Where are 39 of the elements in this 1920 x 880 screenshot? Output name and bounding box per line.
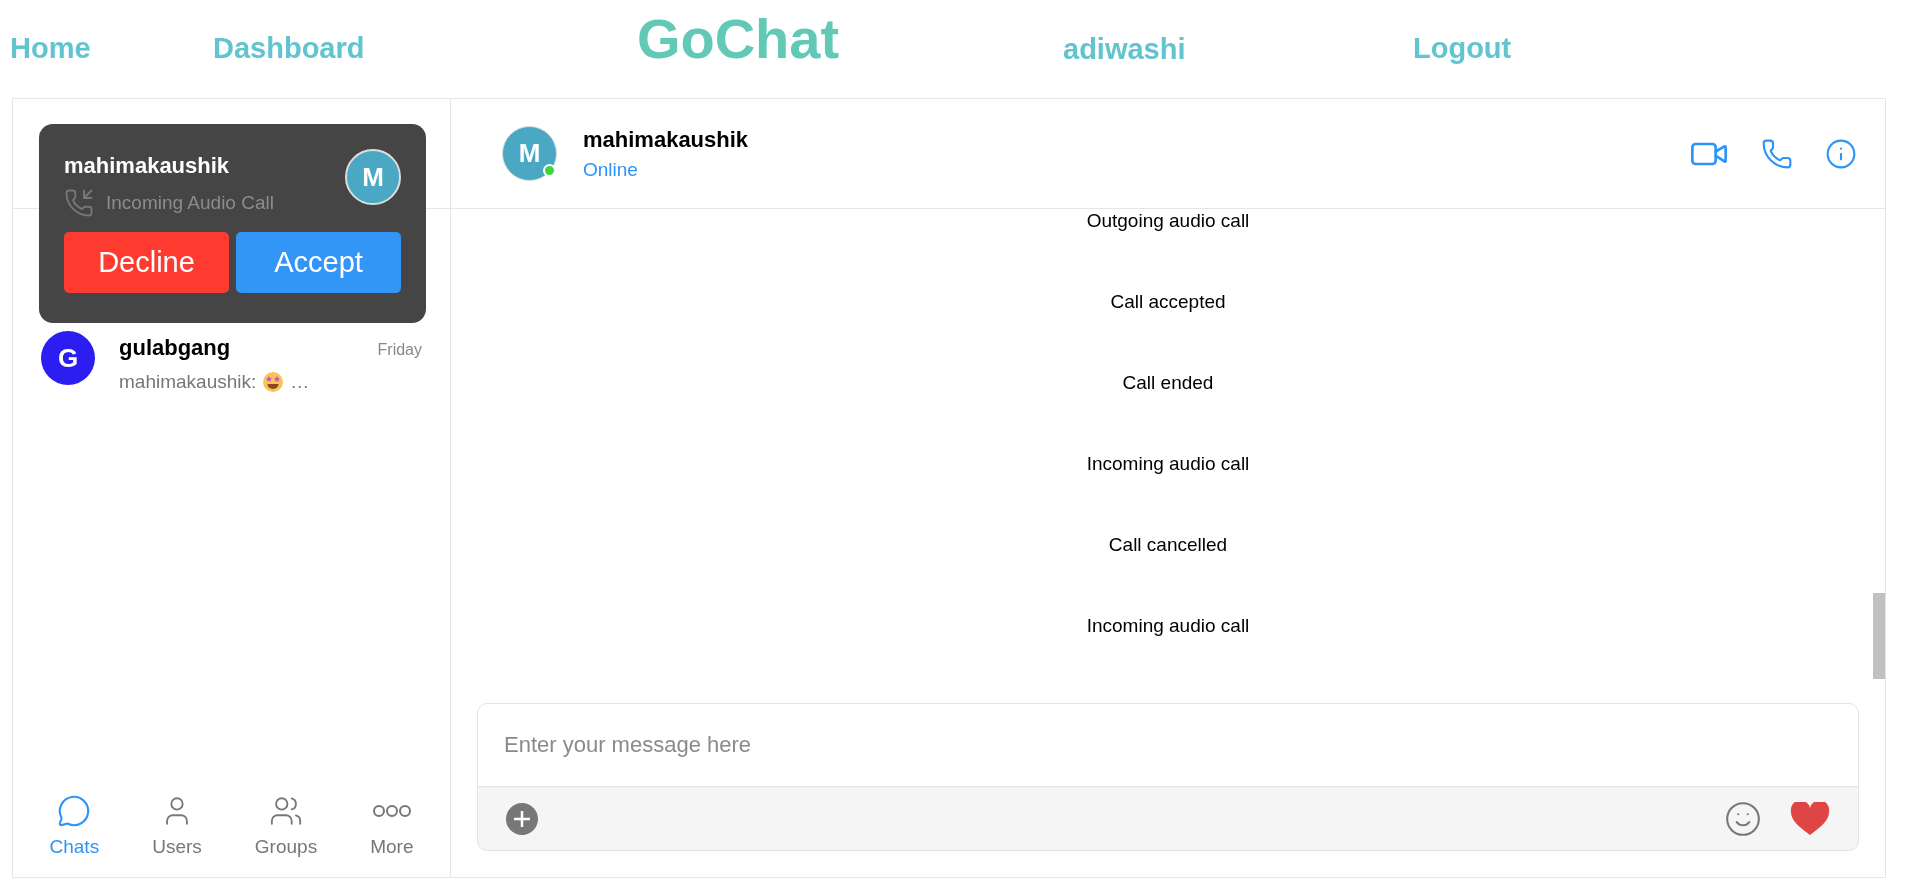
accept-button[interactable]: Accept [236,232,401,293]
call-log-message: Outgoing audio call [1086,210,1250,232]
info-icon[interactable] [1825,137,1857,170]
bottom-nav-tab[interactable]: Groups [254,792,318,861]
heart-icon[interactable] [1790,801,1830,836]
nav-link[interactable]: Dashboard [213,28,365,65]
username-link[interactable]: adiwashi [1063,26,1353,72]
preview-ellipsis: … [290,370,310,394]
chat-name: gulabgang [119,334,231,362]
brand-logo: GoChat [635,11,841,67]
add-icon[interactable] [506,802,538,835]
more-icon [371,802,412,819]
nav-link[interactable]: Home [10,28,91,65]
chat-preview: mahimakaushik: [119,370,257,394]
bottom-nav-tab[interactable]: More [370,792,414,861]
call-log-message: Call accepted [1110,291,1226,313]
contact-status: Online [583,157,639,182]
chat-list-item[interactable]: G gulabgang Friday mahimakaushik: … [13,325,450,403]
contact-name: mahimakaushik [583,125,749,154]
phone-icon[interactable] [1761,137,1793,170]
call-status: Incoming Audio Call [106,190,274,215]
emoji-icon[interactable] [1724,799,1762,838]
bottom-nav-tab[interactable]: Chats [49,792,100,861]
nav-link[interactable]: Logout [1413,28,1512,65]
star-eyes-emoji-icon [262,371,285,394]
caller-avatar: M [345,149,401,205]
call-log-message: Incoming audio call [1086,615,1250,637]
chat-time: Friday [377,340,422,360]
message-input[interactable]: Enter your message here [477,703,1859,787]
avatar: G [41,331,95,385]
decline-button[interactable]: Decline [64,232,229,293]
bottom-nav-tab[interactable]: Users [152,792,202,861]
avatar: M [502,126,557,181]
caller-name: mahimakaushik [64,152,231,180]
chat-bubble-icon [57,793,92,828]
call-log-message: Call ended [1122,372,1214,394]
incoming-call-icon [64,188,94,218]
call-log-message: Incoming audio call [1086,453,1250,475]
call-log-message: Call cancelled [1108,534,1228,556]
